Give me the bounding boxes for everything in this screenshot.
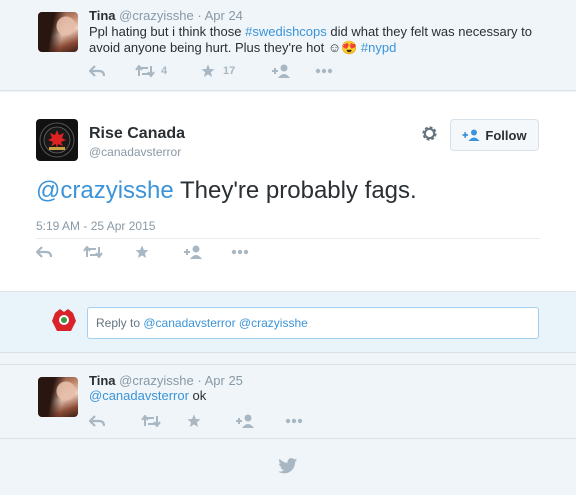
more-button[interactable] <box>285 418 303 424</box>
more-icon <box>285 418 303 424</box>
follow-action-button[interactable] <box>235 414 285 428</box>
retweet-icon <box>135 65 155 77</box>
follow-icon <box>184 245 202 259</box>
reply-icon <box>36 246 52 258</box>
tweet-header: Tina @crazyisshe · Apr 25 <box>89 373 243 388</box>
retweet-icon <box>83 246 103 258</box>
tweet-actions: 4 17 <box>89 64 333 78</box>
follow-label: Follow <box>485 127 527 143</box>
tweet-header: Tina @crazyisshe · Apr 24 <box>89 8 243 23</box>
user-handle[interactable]: @crazyisshe <box>119 8 194 23</box>
avatar[interactable] <box>36 119 78 161</box>
reply-icon <box>89 415 105 427</box>
retweet-button[interactable] <box>141 415 187 427</box>
favorite-icon <box>201 64 215 77</box>
tweet-text: Ppl hating but i think those #swedishcop… <box>89 24 549 56</box>
favorite-button[interactable] <box>187 414 235 428</box>
main-tweet: Rise Canada @canadavsterror Follow @craz… <box>0 92 576 292</box>
hashtag-link[interactable]: #swedishcops <box>245 24 327 39</box>
tweet-actions <box>36 245 249 259</box>
user-name[interactable]: Rise Canada <box>89 125 185 143</box>
tweet-date[interactable]: Apr 24 <box>205 8 243 23</box>
separator-dot: · <box>197 8 202 23</box>
avatar[interactable] <box>38 377 78 417</box>
mention-link[interactable]: @crazyisshe <box>36 177 174 204</box>
divider <box>0 438 576 439</box>
follow-icon <box>236 414 254 428</box>
reply-prefix: Reply to <box>96 316 144 330</box>
tweet-text: @canadavsterror ok <box>89 388 206 404</box>
retweet-button[interactable]: 4 <box>135 65 201 77</box>
reply-input[interactable]: Reply to @canadavsterror @crazyisshe <box>87 307 539 339</box>
tweet-bottom: Tina @crazyisshe · Apr 25 @canadavsterro… <box>0 365 576 438</box>
tweet-actions <box>89 414 303 428</box>
reply-button[interactable] <box>89 65 135 77</box>
user-handle[interactable]: @crazyisshe <box>119 373 194 388</box>
retweet-count: 4 <box>161 65 168 77</box>
follow-button[interactable]: Follow <box>450 119 539 151</box>
gear-icon <box>422 126 437 141</box>
follow-icon <box>462 129 480 141</box>
avatar[interactable] <box>38 12 78 52</box>
tweet-text-part: did what they felt was necessary to <box>326 24 532 39</box>
tweet-text-part: ok <box>188 388 207 403</box>
favorite-icon <box>187 414 201 427</box>
tweet-text: @crazyisshe They're probably fags. <box>36 177 417 205</box>
tweet-text-part: Ppl hating but i think those <box>89 24 246 39</box>
follow-action-button[interactable] <box>183 245 231 259</box>
mention-link[interactable]: @canadavsterror <box>89 388 189 403</box>
reply-button[interactable] <box>36 246 83 258</box>
reply-icon <box>89 65 105 77</box>
favorite-count: 17 <box>223 65 236 77</box>
reply-bar: Reply to @canadavsterror @crazyisshe <box>0 293 576 353</box>
more-button[interactable] <box>315 68 333 74</box>
tweet-text-part: They're probably fags. <box>173 177 417 204</box>
favorite-button[interactable]: 17 <box>201 64 271 78</box>
user-handle[interactable]: @canadavsterror <box>89 145 181 159</box>
current-user-avatar <box>51 307 77 333</box>
divider <box>36 238 540 239</box>
separator-dot: · <box>197 373 202 388</box>
hashtag-link[interactable]: #nypd <box>357 40 396 55</box>
favorite-button[interactable] <box>135 245 183 259</box>
retweet-button[interactable] <box>83 246 135 258</box>
more-icon <box>231 249 249 255</box>
tweet-top: Tina @crazyisshe · Apr 24 Ppl hating but… <box>0 0 576 91</box>
emoji: ☺😍 <box>327 40 358 55</box>
user-name[interactable]: Tina <box>89 8 116 23</box>
settings-button[interactable] <box>421 125 438 147</box>
follow-action-button[interactable] <box>271 64 315 78</box>
twitter-bird-icon <box>278 458 298 479</box>
reply-button[interactable] <box>89 415 141 427</box>
retweet-icon <box>141 415 161 427</box>
more-button[interactable] <box>231 249 249 255</box>
user-name[interactable]: Tina <box>89 373 116 388</box>
favorite-icon <box>135 245 149 258</box>
reply-mention: @crazyisshe <box>235 316 308 330</box>
more-icon <box>315 68 333 74</box>
follow-icon <box>272 64 290 78</box>
reply-mention: @canadavsterror <box>143 316 236 330</box>
tweet-timestamp[interactable]: 5:19 AM - 25 Apr 2015 <box>36 219 155 233</box>
tweet-text-part: avoid anyone being hurt. Plus they're ho… <box>89 40 328 55</box>
tweet-date[interactable]: Apr 25 <box>205 373 243 388</box>
